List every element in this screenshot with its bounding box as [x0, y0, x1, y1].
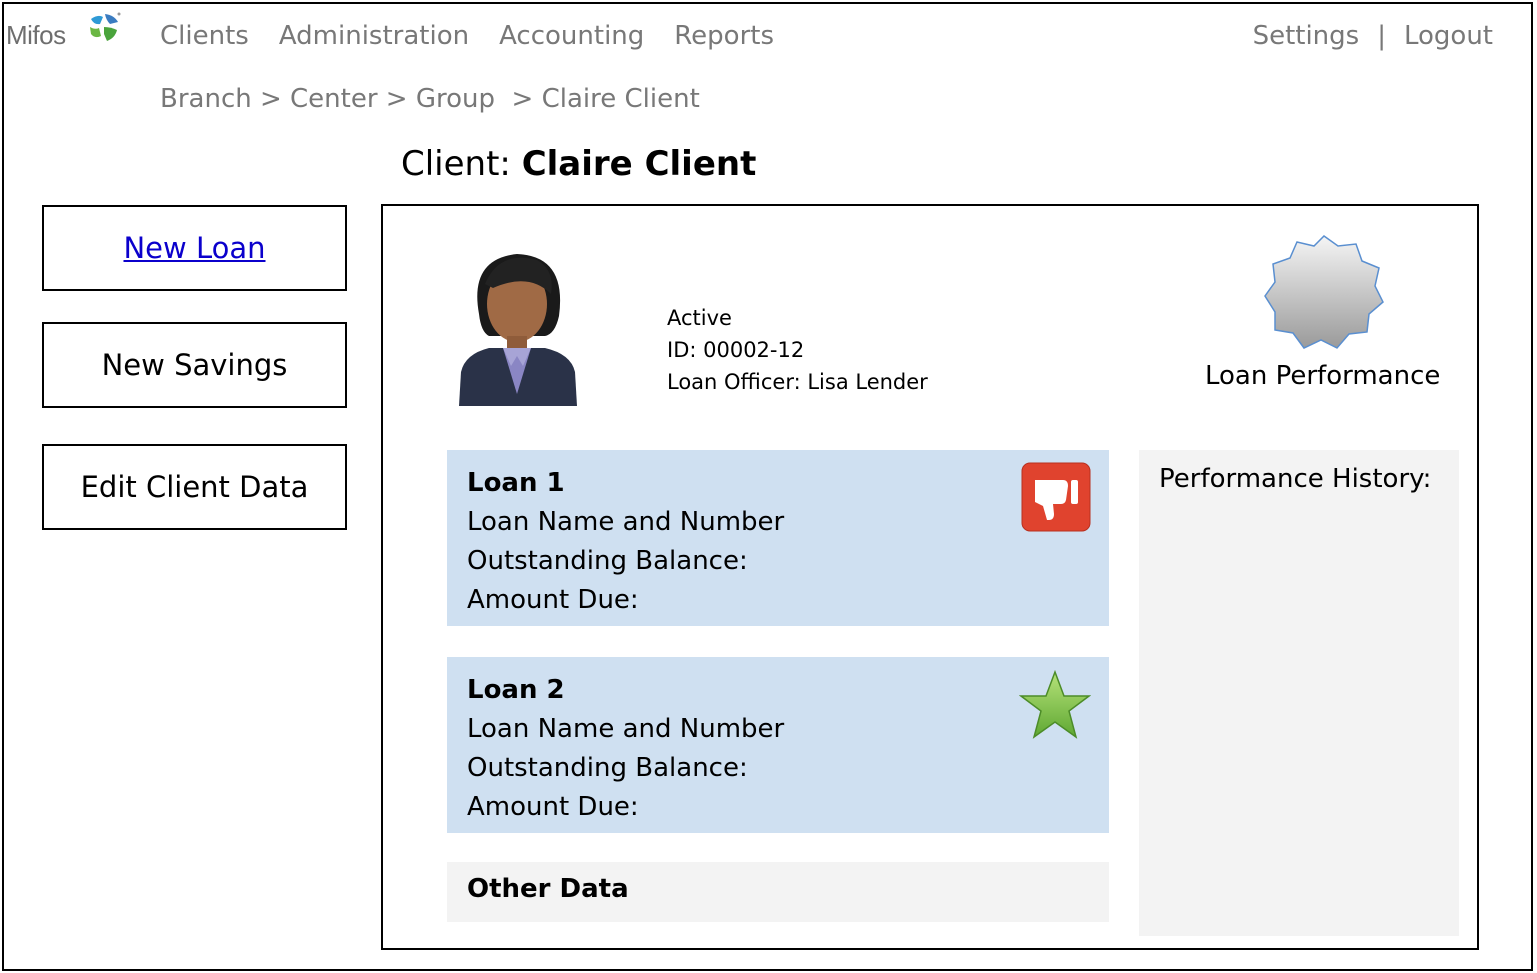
- new-savings-label: New Savings: [101, 348, 288, 382]
- menu-separator: |: [1377, 21, 1386, 51]
- other-data-section[interactable]: Other Data: [447, 862, 1109, 922]
- loan-card-2[interactable]: Loan 2 Loan Name and Number Outstanding …: [447, 657, 1109, 833]
- loan-balance: Outstanding Balance:: [467, 546, 748, 576]
- nav-clients[interactable]: Clients: [160, 21, 249, 51]
- main-nav: Clients Administration Accounting Report…: [160, 21, 774, 51]
- nav-accounting[interactable]: Accounting: [499, 21, 644, 51]
- loan-performance-label: Loan Performance: [1205, 361, 1441, 391]
- performance-history-label: Performance History:: [1159, 464, 1432, 494]
- new-loan-button[interactable]: New Loan: [42, 205, 347, 291]
- loan-amount-due: Amount Due:: [467, 792, 639, 822]
- loan-title: Loan 2: [467, 675, 565, 705]
- loan-officer: Loan Officer: Lisa Lender: [667, 370, 928, 394]
- client-name: Claire Client: [521, 144, 757, 184]
- loan-balance: Outstanding Balance:: [467, 753, 748, 783]
- user-menu: Settings | Logout: [1253, 21, 1493, 51]
- loan-name: Loan Name and Number: [467, 714, 785, 744]
- page-title-prefix: Client:: [401, 144, 522, 184]
- breadcrumb[interactable]: Branch > Center > Group > Claire Client: [160, 84, 700, 114]
- nav-administration[interactable]: Administration: [279, 21, 469, 51]
- loan-card-1[interactable]: Loan 1 Loan Name and Number Outstanding …: [447, 450, 1109, 626]
- star-icon: [1019, 669, 1091, 739]
- logo-text: Mifos: [6, 20, 66, 50]
- loan-name: Loan Name and Number: [467, 507, 785, 537]
- logout-link[interactable]: Logout: [1404, 21, 1493, 51]
- client-avatar: [459, 254, 577, 406]
- client-info: Active ID: 00002-12 Loan Officer: Lisa L…: [667, 302, 928, 398]
- edit-client-data-label: Edit Client Data: [80, 470, 309, 504]
- new-loan-label[interactable]: New Loan: [123, 231, 265, 265]
- globe-icon: [89, 12, 121, 42]
- nav-reports[interactable]: Reports: [674, 21, 774, 51]
- loan-amount-due: Amount Due:: [467, 585, 639, 615]
- client-details-panel: Active ID: 00002-12 Loan Officer: Lisa L…: [381, 204, 1479, 950]
- page-title: Client: Claire Client: [401, 144, 756, 184]
- edit-client-data-button[interactable]: Edit Client Data: [42, 444, 347, 530]
- client-status: Active: [667, 306, 732, 330]
- loan-title: Loan 1: [467, 468, 565, 498]
- loan-performance-badge-icon: [1264, 235, 1384, 349]
- client-id: ID: 00002-12: [667, 338, 805, 362]
- settings-link[interactable]: Settings: [1253, 21, 1360, 51]
- thumbs-down-icon: [1021, 462, 1091, 532]
- performance-history-panel: Performance History:: [1139, 450, 1459, 936]
- new-savings-button[interactable]: New Savings: [42, 322, 347, 408]
